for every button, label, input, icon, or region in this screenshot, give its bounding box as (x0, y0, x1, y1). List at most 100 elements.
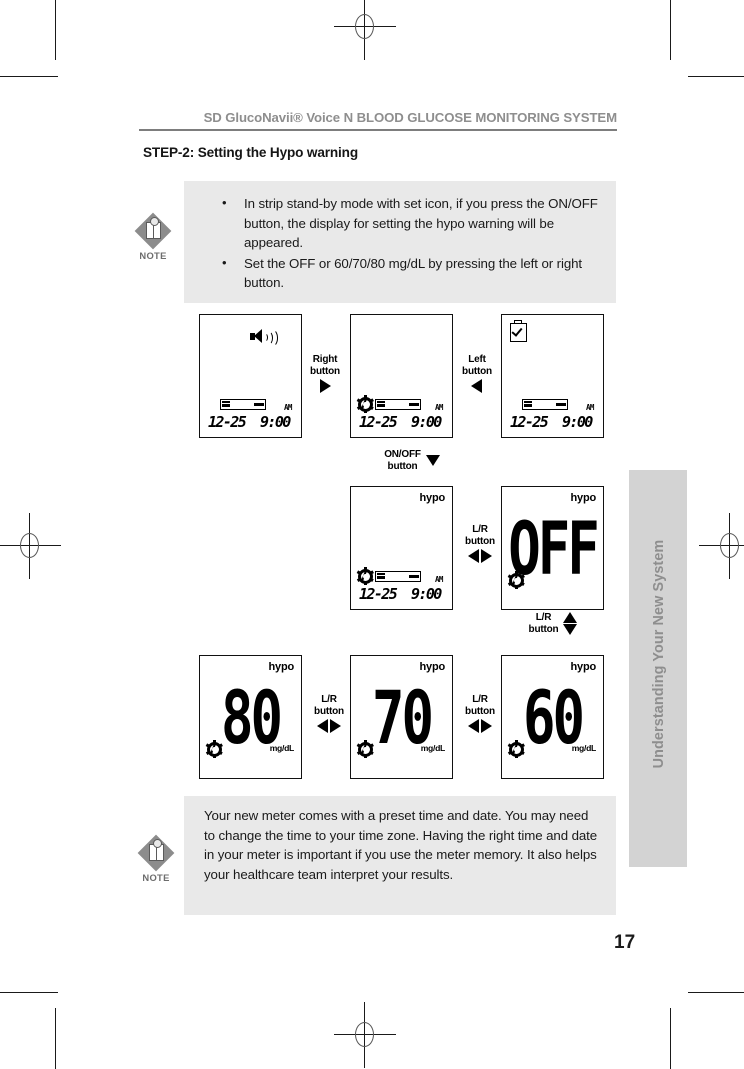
note-bottom-text: Your new meter comes with a preset time … (204, 808, 598, 882)
header-title: SD GlucoNavii® Voice N BLOOD GLUCOSE MON… (203, 110, 618, 125)
gear-icon (357, 567, 374, 586)
note-box-top: In strip stand-by mode with set icon, if… (184, 181, 616, 303)
lcd-screen-hypo-60: hypo 60 mg/dL (501, 655, 604, 779)
callout-right-arrow (298, 379, 352, 394)
chapter-side-tab: Understanding Your New System (629, 470, 687, 867)
lcd-date: 12-25 (510, 413, 549, 431)
test-strip-icon (375, 571, 421, 582)
crop-mark-left-bottom (0, 992, 58, 993)
callout-lr-button-2: L/R button (308, 694, 350, 734)
lcd-hypo-label: hypo (268, 661, 295, 673)
step-title: STEP-2: Setting the Hypo warning (143, 145, 358, 160)
callout-right-button: Right button (298, 354, 352, 394)
lcd-unit-label: mg/dL (420, 743, 446, 753)
crop-mark-bottom-right (670, 1008, 671, 1069)
lcd-date: 12-25 (359, 585, 398, 603)
callout-lr-1-line2: button (465, 535, 495, 547)
clipboard-check-icon (510, 320, 527, 342)
callout-left-button: Left button (452, 354, 502, 394)
lcd-time: 9:00 (411, 413, 442, 431)
manual-page: SD GlucoNavii® Voice N BLOOD GLUCOSE MON… (0, 0, 744, 1069)
triangle-down-icon (425, 455, 440, 467)
lcd-screen-hypo-standby: hypo 12-25 9:00 AM (350, 486, 453, 610)
triangle-left-icon (468, 549, 479, 564)
triangle-right-icon (481, 549, 492, 564)
callout-left-button-line2: button (462, 365, 492, 377)
lcd-screen-hypo-70: hypo 70 mg/dL (350, 655, 453, 779)
note-diamond-icon (137, 834, 175, 872)
lcd-screen-hypo-off: hypo OFF (501, 486, 604, 610)
lcd-date: 12-25 (359, 413, 398, 431)
lcd-ampm: AM (284, 403, 292, 412)
crop-mark-top-left (55, 0, 56, 60)
lcd-screen-standby-voice: 12-25 9:00 AM (199, 314, 302, 438)
note-icon-bottom: NOTE (134, 834, 178, 889)
note-bullet-1: In strip stand-by mode with set icon, if… (202, 193, 600, 253)
callout-lr-button-vertical: L/R button (515, 612, 591, 636)
callout-lr-2-line2: button (314, 705, 344, 717)
lcd-date: 12-25 (208, 413, 247, 431)
chapter-side-tab-label: Understanding Your New System (651, 539, 667, 769)
lcd-ampm: AM (586, 403, 594, 412)
callout-lr-3-line2: button (465, 705, 495, 717)
callout-left-arrow (452, 379, 502, 394)
lcd-unit-label: mg/dL (571, 743, 597, 753)
note-box-bottom: Your new meter comes with a preset time … (184, 796, 616, 915)
lcd-screen-hypo-80: hypo 80 mg/dL (199, 655, 302, 779)
test-strip-icon (220, 399, 266, 410)
callout-lr-v-arrows (563, 612, 578, 636)
registration-mark-right (699, 513, 744, 579)
callout-right-button-line2: button (310, 365, 340, 377)
triangle-left-icon (317, 719, 328, 734)
crop-mark-left-top (0, 76, 58, 77)
lcd-unit-label: mg/dL (269, 743, 295, 753)
callout-left-button-line1: Left (468, 354, 486, 365)
registration-mark-bottom (334, 1002, 396, 1068)
note-icon-top: NOTE (131, 212, 175, 267)
callout-lr-v-line2: button (528, 623, 559, 635)
test-strip-icon (522, 399, 568, 410)
gear-icon (508, 740, 525, 759)
note-bullet-2: Set the OFF or 60/70/80 mg/dL by pressin… (202, 253, 600, 293)
lcd-screen-standby-memory: 12-25 9:00 AM (501, 314, 604, 438)
gear-icon (206, 740, 223, 759)
crop-mark-right-bottom (688, 992, 744, 993)
callout-lr-3-arrows (459, 719, 501, 734)
callout-lr-2-arrows (308, 719, 350, 734)
speaker-icon (250, 328, 278, 347)
callout-lr-button-1: L/R button (459, 524, 501, 564)
gear-icon (357, 395, 374, 414)
lcd-time: 9:00 (411, 585, 442, 603)
callout-lr-1-line1: L/R (472, 524, 488, 535)
callout-onoff-line1: ON/OFF (384, 449, 421, 460)
note-icon-label: NOTE (139, 250, 167, 261)
triangle-left-icon (468, 719, 479, 734)
triangle-right-icon (319, 379, 331, 394)
note-diamond-icon (134, 212, 172, 250)
callout-onoff-button: ON/OFF button (372, 449, 452, 472)
triangle-up-icon (563, 612, 578, 624)
triangle-right-icon (330, 719, 341, 734)
test-strip-icon (375, 399, 421, 410)
lcd-time: 9:00 (562, 413, 593, 431)
callout-onoff-line2: button (387, 460, 418, 472)
triangle-down-icon (563, 624, 578, 636)
callout-lr-3-line1: L/R (472, 694, 488, 705)
crop-mark-top-right (670, 0, 671, 60)
crop-mark-bottom-left (55, 1008, 56, 1069)
note-bullet-list: In strip stand-by mode with set icon, if… (202, 193, 600, 293)
gear-icon (508, 571, 525, 590)
header-rule (139, 129, 617, 131)
lcd-screen-standby-set: 12-25 9:00 AM (350, 314, 453, 438)
lcd-time: 9:00 (260, 413, 291, 431)
lcd-hypo-label: hypo (419, 661, 446, 673)
note-icon-label: NOTE (142, 872, 170, 883)
page-header: SD GlucoNavii® Voice N BLOOD GLUCOSE MON… (139, 110, 617, 131)
lcd-ampm: AM (435, 575, 443, 584)
triangle-left-icon (470, 379, 482, 394)
registration-mark-top (334, 0, 396, 60)
callout-lr-1-arrows (459, 549, 501, 564)
registration-mark-left (0, 513, 61, 579)
lcd-ampm: AM (435, 403, 443, 412)
gear-icon (357, 740, 374, 759)
